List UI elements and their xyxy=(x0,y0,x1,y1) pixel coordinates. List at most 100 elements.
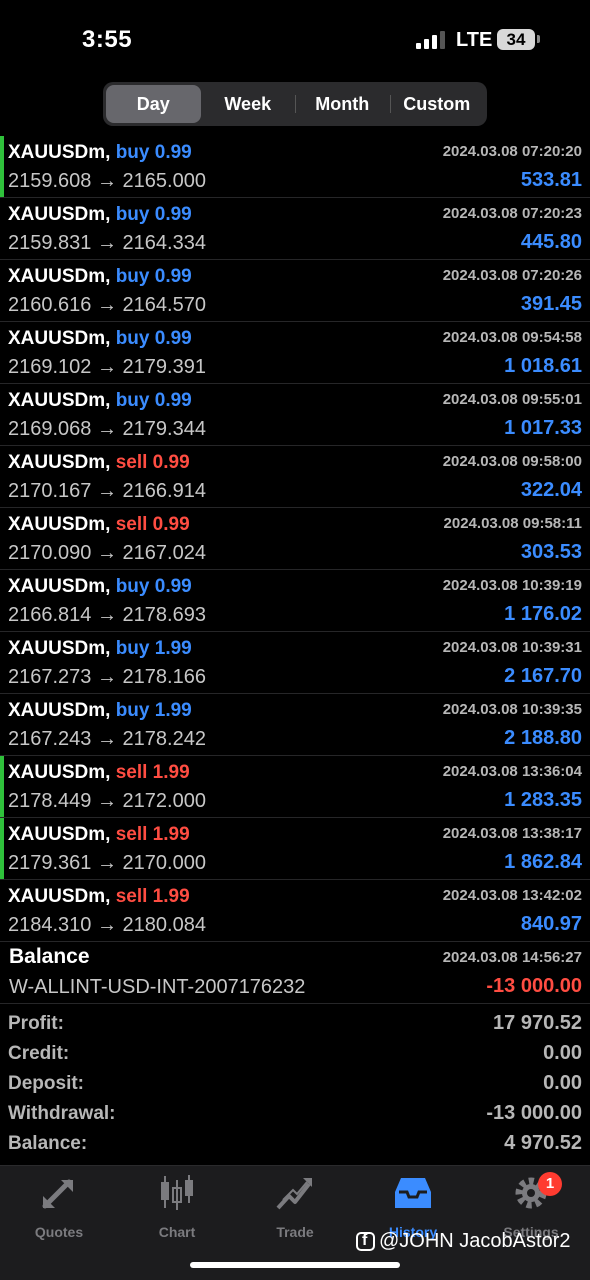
summary-value: 0.00 xyxy=(543,1072,582,1094)
tab-trade[interactable]: Trade xyxy=(236,1174,354,1240)
deal-row[interactable]: XAUUSDm, sell 1.99 2024.03.08 13:38:17 217… xyxy=(0,818,590,880)
deal-symbol: XAUUSDm, buy 0.99 xyxy=(8,576,192,598)
watermark-text: @JOHN JacobAstor2 xyxy=(379,1230,571,1252)
deal-prices: 2159.608 → 2165.000 xyxy=(8,170,206,192)
deal-side: buy 1.99 xyxy=(116,700,192,721)
deal-row[interactable]: XAUUSDm, buy 0.99 2024.03.08 07:20:20 2159… xyxy=(0,136,590,198)
deal-row[interactable]: XAUUSDm, sell 0.99 2024.03.08 09:58:11 217… xyxy=(0,508,590,570)
deal-row[interactable]: XAUUSDm, buy 0.99 2024.03.08 07:20:26 2160… xyxy=(0,260,590,322)
deal-datetime: 2024.03.08 09:58:00 xyxy=(442,453,582,470)
deal-datetime: 2024.03.08 10:39:35 xyxy=(442,701,582,718)
deal-profit: 391.45 xyxy=(520,293,582,315)
network-type: LTE xyxy=(456,29,493,51)
deal-side-type: sell xyxy=(115,886,148,907)
tab-quotes[interactable]: Quotes xyxy=(0,1174,118,1240)
deal-profit: 322.04 xyxy=(520,479,582,501)
deal-datetime: 2024.03.08 09:55:01 xyxy=(442,391,582,408)
battery-icon: 34 xyxy=(497,29,535,50)
trade-icon xyxy=(276,1178,312,1210)
deal-row[interactable]: XAUUSDm, buy 0.99 2024.03.08 09:55:01 2169… xyxy=(0,384,590,446)
deal-symbol: XAUUSDm, sell 0.99 xyxy=(8,452,190,474)
deal-volume: 0.99 xyxy=(154,266,192,287)
deal-volume: 0.99 xyxy=(152,452,190,473)
deal-datetime: 2024.03.08 10:39:19 xyxy=(442,577,582,594)
tab-month[interactable]: Month xyxy=(295,85,390,123)
deal-volume: 0.99 xyxy=(152,514,190,535)
deal-profit: 2 167.70 xyxy=(504,665,582,687)
summary-row: Withdrawal: -13 000.00 xyxy=(0,1100,590,1130)
deal-side-type: sell xyxy=(115,762,148,783)
summary-row: Balance: 4 970.52 xyxy=(0,1130,590,1160)
deal-prices: 2169.102 → 2179.391 xyxy=(8,356,206,378)
deal-side-type: sell xyxy=(115,824,148,845)
quotes-icon xyxy=(42,1179,73,1209)
deal-side-type: buy xyxy=(115,390,150,411)
deal-row[interactable]: XAUUSDm, sell 0.99 2024.03.08 09:58:00 217… xyxy=(0,446,590,508)
deal-prices: 2167.273 → 2178.166 xyxy=(8,666,206,688)
deal-row[interactable]: XAUUSDm, buy 1.99 2024.03.08 10:39:35 2167… xyxy=(0,694,590,756)
deal-volume: 0.99 xyxy=(154,142,192,163)
deal-volume: 1.99 xyxy=(152,886,190,907)
deal-row[interactable]: XAUUSDm, buy 1.99 2024.03.08 10:39:31 2167… xyxy=(0,632,590,694)
deal-side: buy 0.99 xyxy=(116,142,192,163)
deal-datetime: 2024.03.08 10:39:31 xyxy=(442,639,582,656)
battery-tip xyxy=(537,35,540,43)
deal-side-type: buy xyxy=(115,142,150,163)
summary-label: Deposit: xyxy=(8,1073,84,1094)
deal-symbol-text: XAUUSDm, xyxy=(8,700,111,721)
deal-row[interactable]: XAUUSDm, sell 1.99 2024.03.08 13:36:04 217… xyxy=(0,756,590,818)
deal-profit: 840.97 xyxy=(520,913,582,935)
deal-profit: 1 862.84 xyxy=(504,851,582,873)
tab-chart[interactable]: Chart xyxy=(118,1174,236,1240)
deal-row[interactable]: XAUUSDm, buy 0.99 2024.03.08 07:20:23 2159… xyxy=(0,198,590,260)
deal-symbol-text: XAUUSDm, xyxy=(8,390,111,411)
balance-op-amount: -13 000.00 xyxy=(486,975,582,997)
signal-icon xyxy=(416,31,448,49)
deal-datetime: 2024.03.08 07:20:26 xyxy=(442,267,582,284)
tab-day[interactable]: Day xyxy=(106,85,201,123)
deal-symbol: XAUUSDm, sell 0.99 xyxy=(8,514,190,536)
deal-symbol: XAUUSDm, buy 0.99 xyxy=(8,266,192,288)
deal-symbol: XAUUSDm, buy 1.99 xyxy=(8,700,192,722)
deal-symbol-text: XAUUSDm, xyxy=(8,266,111,287)
home-indicator[interactable] xyxy=(190,1262,400,1268)
deal-datetime: 2024.03.08 07:20:23 xyxy=(442,205,582,222)
deal-datetime: 2024.03.08 13:38:17 xyxy=(442,825,582,842)
deal-side: buy 1.99 xyxy=(116,638,192,659)
deal-side-type: sell xyxy=(115,514,148,535)
deal-side: sell 1.99 xyxy=(116,824,190,845)
tab-quotes-label: Quotes xyxy=(34,1224,84,1240)
deal-symbol: XAUUSDm, sell 1.99 xyxy=(8,886,190,908)
summary-row: Profit: 17 970.52 xyxy=(0,1010,590,1040)
deal-datetime: 2024.03.08 09:58:11 xyxy=(443,515,582,532)
deal-volume: 0.99 xyxy=(154,576,192,597)
summary-value: -13 000.00 xyxy=(486,1102,582,1124)
balance-operation-row[interactable]: Balance 2024.03.08 14:56:27 W-ALLINT-USD-I… xyxy=(0,942,590,1004)
summary-value: 4 970.52 xyxy=(504,1132,582,1154)
deal-symbol: XAUUSDm, buy 0.99 xyxy=(8,204,192,226)
deal-side: buy 0.99 xyxy=(116,266,192,287)
deal-symbol-text: XAUUSDm, xyxy=(8,204,111,225)
deal-side-type: buy xyxy=(115,576,150,597)
deal-profit: 1 176.02 xyxy=(504,603,582,625)
deal-symbol-text: XAUUSDm, xyxy=(8,452,111,473)
deal-row[interactable]: XAUUSDm, buy 0.99 2024.03.08 09:54:58 2169… xyxy=(0,322,590,384)
tab-chart-label: Chart xyxy=(158,1224,196,1240)
deal-symbol-text: XAUUSDm, xyxy=(8,328,111,349)
tab-week[interactable]: Week xyxy=(201,85,296,123)
summary-label: Balance: xyxy=(8,1133,88,1154)
summary-label: Withdrawal: xyxy=(8,1103,116,1124)
candlestick-icon xyxy=(161,1175,193,1210)
inbox-icon xyxy=(395,1178,431,1208)
deal-row[interactable]: XAUUSDm, buy 0.99 2024.03.08 10:39:19 2166… xyxy=(0,570,590,632)
deal-side: buy 0.99 xyxy=(116,390,192,411)
deal-profit: 445.80 xyxy=(520,231,582,253)
deal-symbol: XAUUSDm, sell 1.99 xyxy=(8,762,190,784)
deal-row[interactable]: XAUUSDm, sell 1.99 2024.03.08 13:42:02 218… xyxy=(0,880,590,942)
tab-custom[interactable]: Custom xyxy=(389,85,485,123)
deal-side: buy 0.99 xyxy=(116,328,192,349)
deal-prices: 2159.831 → 2164.334 xyxy=(8,232,206,254)
deal-symbol-text: XAUUSDm, xyxy=(8,824,111,845)
deal-symbol: XAUUSDm, sell 1.99 xyxy=(8,824,190,846)
deal-prices: 2179.361 → 2170.000 xyxy=(8,852,206,874)
